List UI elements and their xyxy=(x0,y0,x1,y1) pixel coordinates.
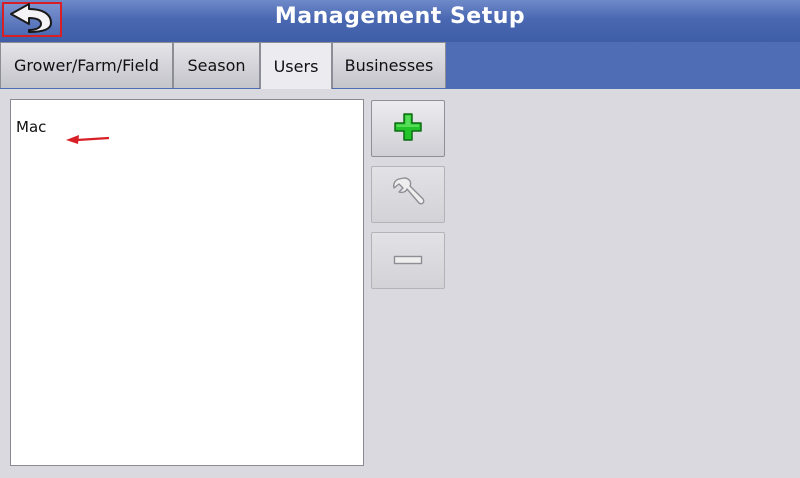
list-item[interactable]: Mac xyxy=(16,118,46,136)
edit-user-button[interactable] xyxy=(371,166,445,223)
minus-icon xyxy=(393,251,423,270)
users-panel: Mac xyxy=(0,89,800,478)
users-list[interactable]: Mac xyxy=(10,99,364,466)
tab-businesses[interactable]: Businesses xyxy=(332,42,446,88)
remove-user-button[interactable] xyxy=(371,232,445,289)
tab-season[interactable]: Season xyxy=(173,42,260,88)
annotation-arrow-icon xyxy=(65,130,111,149)
tab-grower-farm-field[interactable]: Grower/Farm/Field xyxy=(0,42,173,88)
tab-users[interactable]: Users xyxy=(260,42,332,89)
tab-label: Businesses xyxy=(344,56,434,75)
add-user-button[interactable] xyxy=(371,100,445,157)
tab-label: Season xyxy=(187,56,246,75)
plus-icon xyxy=(393,112,423,146)
tab-label: Users xyxy=(273,56,319,76)
tab-label: Grower/Farm/Field xyxy=(13,56,160,75)
title-bar: Management Setup xyxy=(0,0,800,42)
wrench-icon xyxy=(391,176,425,214)
tab-bar: Grower/Farm/Field Season Users Businesse… xyxy=(0,42,800,89)
page-title: Management Setup xyxy=(274,4,526,29)
